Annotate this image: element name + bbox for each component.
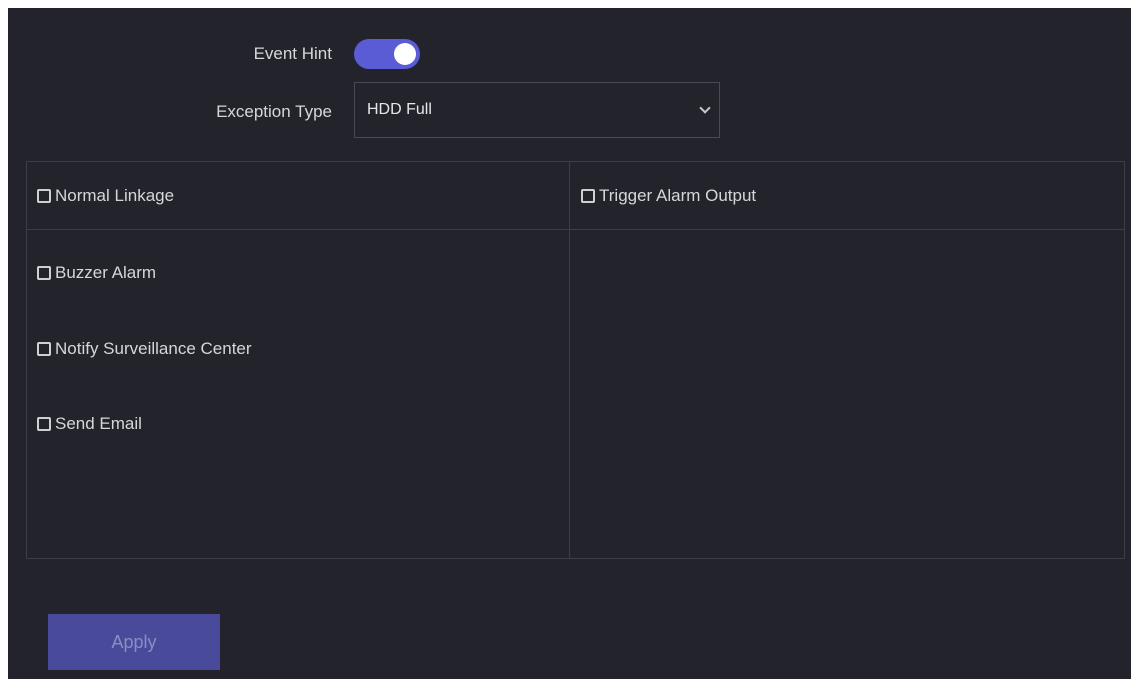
trigger-alarm-output-checkbox[interactable]: Trigger Alarm Output	[581, 186, 756, 206]
checkbox-icon	[37, 417, 51, 431]
linkage-table: Normal Linkage Trigger Alarm Output Buzz…	[26, 161, 1125, 559]
send-email-label: Send Email	[55, 414, 142, 433]
chevron-down-icon	[699, 102, 711, 114]
event-hint-toggle[interactable]	[354, 39, 420, 69]
checkbox-icon	[581, 189, 595, 203]
toggle-knob	[394, 43, 416, 65]
event-hint-label: Event Hint	[253, 44, 332, 63]
checkbox-icon	[37, 189, 51, 203]
exception-type-label: Exception Type	[216, 102, 332, 121]
notify-surveillance-center-label: Notify Surveillance Center	[55, 339, 252, 358]
notify-surveillance-center-checkbox[interactable]: Notify Surveillance Center	[37, 339, 252, 359]
apply-button[interactable]: Apply	[48, 614, 220, 670]
normal-linkage-checkbox[interactable]: Normal Linkage	[37, 186, 174, 206]
checkbox-icon	[37, 266, 51, 280]
trigger-alarm-output-label: Trigger Alarm Output	[599, 186, 757, 205]
buzzer-alarm-label: Buzzer Alarm	[55, 263, 157, 282]
normal-linkage-label: Normal Linkage	[55, 186, 175, 205]
checkbox-icon	[37, 342, 51, 356]
row-divider	[27, 229, 1124, 230]
send-email-checkbox[interactable]: Send Email	[37, 414, 142, 434]
exception-type-select[interactable]: HDD Full	[354, 82, 720, 138]
exception-type-value: HDD Full	[367, 101, 432, 118]
buzzer-alarm-checkbox[interactable]: Buzzer Alarm	[37, 263, 156, 283]
column-divider	[569, 162, 570, 558]
exception-settings-panel: Event Hint Exception Type HDD Full Norma…	[8, 8, 1131, 679]
